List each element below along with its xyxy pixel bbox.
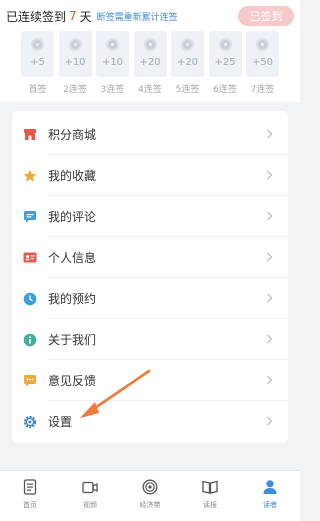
checkin-day-label: 4连签 [138,85,162,95]
tab-economy[interactable]: 经济带 [120,471,180,521]
menu-item-label: 意见反馈 [48,374,97,388]
checkin-day-label: 首签 [28,85,47,95]
checkin-day-box: +5 [21,31,54,77]
checkin-day: +20 5连签 [171,31,204,95]
comment-icon [22,209,38,225]
tab-home[interactable]: 首页 [0,471,60,521]
chevron-right-icon [262,168,276,182]
checkin-day-box: +10 [96,31,129,77]
menu-item-label: 设置 [48,415,73,429]
info-icon [22,332,38,348]
checkin-day-label: 6连签 [213,85,237,95]
checkin-day-box: +20 [171,31,204,77]
checkin-day-label: 3连签 [100,85,125,95]
checkin-day-box: +10 [58,31,92,77]
star-icon [22,168,38,184]
feedback-icon [22,373,38,389]
tab-label: 首页 [23,501,37,509]
menu-item-about-us[interactable]: 关于我们 [12,319,288,360]
checkin-day-points: +50 [251,57,274,68]
checkin-day-points: +20 [139,57,161,68]
gear-icon [22,414,38,430]
user-icon [261,478,279,496]
menu-item-favorites[interactable]: 我的收藏 [12,155,288,196]
home-icon [21,478,39,496]
menu-item-settings[interactable]: 设置 [12,401,288,442]
coin-icon [256,38,269,51]
checkin-day-points: +25 [214,57,236,68]
checkin-day: +25 6连签 [208,31,242,95]
menu-item-feedback[interactable]: 意见反馈 [12,360,288,401]
checkin-card: 已连续签到 7 天 断签需重新累计连签 已签到 +5 首签 +10 2连签 +1… [0,0,300,102]
checkin-days-unit: 天 [79,9,92,24]
checkin-day: +20 4连签 [133,31,167,95]
checkin-day: +10 2连签 [58,31,92,95]
menu-item-comments[interactable]: 我的评论 [12,196,288,237]
menu-item-personal-info[interactable]: 个人信息 [12,237,288,278]
id-card-icon [22,250,38,266]
menu-card: 积分商城 我的收藏 我的评论 个人信息 我的预约 关于我们 意见反馈 设置 [12,111,288,443]
menu-item-points-store[interactable]: 积分商城 [12,114,288,155]
chevron-right-icon [262,332,276,346]
chevron-right-icon [262,250,276,264]
tab-label: 视频 [83,501,97,509]
checkin-day-box: +50 [246,31,279,77]
checkin-days-count: 7 [69,9,77,23]
chevron-right-icon [262,291,276,305]
menu-item-label: 我的预约 [48,292,97,306]
menu-item-label: 个人信息 [48,251,97,265]
chevron-right-icon [262,127,276,141]
video-icon [81,478,99,496]
clock-icon [22,291,38,307]
tab-video[interactable]: 视频 [60,471,120,521]
coin-icon [31,38,44,51]
checkin-day-points: +10 [64,57,86,68]
checkin-day: +5 首签 [21,31,54,95]
checkin-day-box: +25 [208,31,242,77]
checkin-title: 已连续签到 [6,9,67,24]
checkin-day-label: 5连签 [175,85,200,95]
newspaper-icon [201,478,219,496]
checkin-day: +10 3连签 [96,31,129,95]
coin-icon [218,38,232,51]
checkin-header: 已连续签到 7 天 断签需重新累计连签 已签到 [6,6,294,26]
checkin-day-points: +20 [176,57,199,68]
chevron-right-icon [262,373,276,387]
checkin-day-points: +10 [101,57,124,68]
menu-item-label: 积分商城 [48,128,97,142]
chevron-right-icon [262,414,276,428]
tab-label: 读报 [203,501,217,509]
coin-icon [106,38,119,51]
chevron-right-icon [262,209,276,223]
tab-label: 经济带 [139,501,161,509]
radar-icon [141,478,159,496]
checkin-day-label: 2连签 [63,85,87,95]
coin-icon [181,38,194,51]
tab-read-paper[interactable]: 读报 [180,471,240,521]
menu-item-label: 我的评论 [48,210,97,224]
coin-icon [143,38,157,51]
checkin-day: +50 7连签 [246,31,279,95]
menu-item-label: 关于我们 [48,333,97,347]
bottom-tab-bar: 首页 视频 经济带 读报 读者 [0,470,300,521]
coin-icon [68,38,82,51]
checkin-day-label: 7连签 [250,85,275,95]
checkin-days-row: +5 首签 +10 2连签 +10 3连签 +20 4连签 +20 5连签 +2… [21,31,279,95]
checkin-rule-text: 断签需重新累计连签 [96,12,178,23]
menu-item-appointments[interactable]: 我的预约 [12,278,288,319]
store-icon [22,127,38,143]
signed-button[interactable]: 已签到 [238,6,294,26]
tab-label: 读者 [263,501,277,509]
checkin-day-box: +20 [133,31,167,77]
tab-reader[interactable]: 读者 [240,471,300,521]
menu-item-label: 我的收藏 [48,169,97,183]
checkin-day-points: +5 [30,57,45,68]
